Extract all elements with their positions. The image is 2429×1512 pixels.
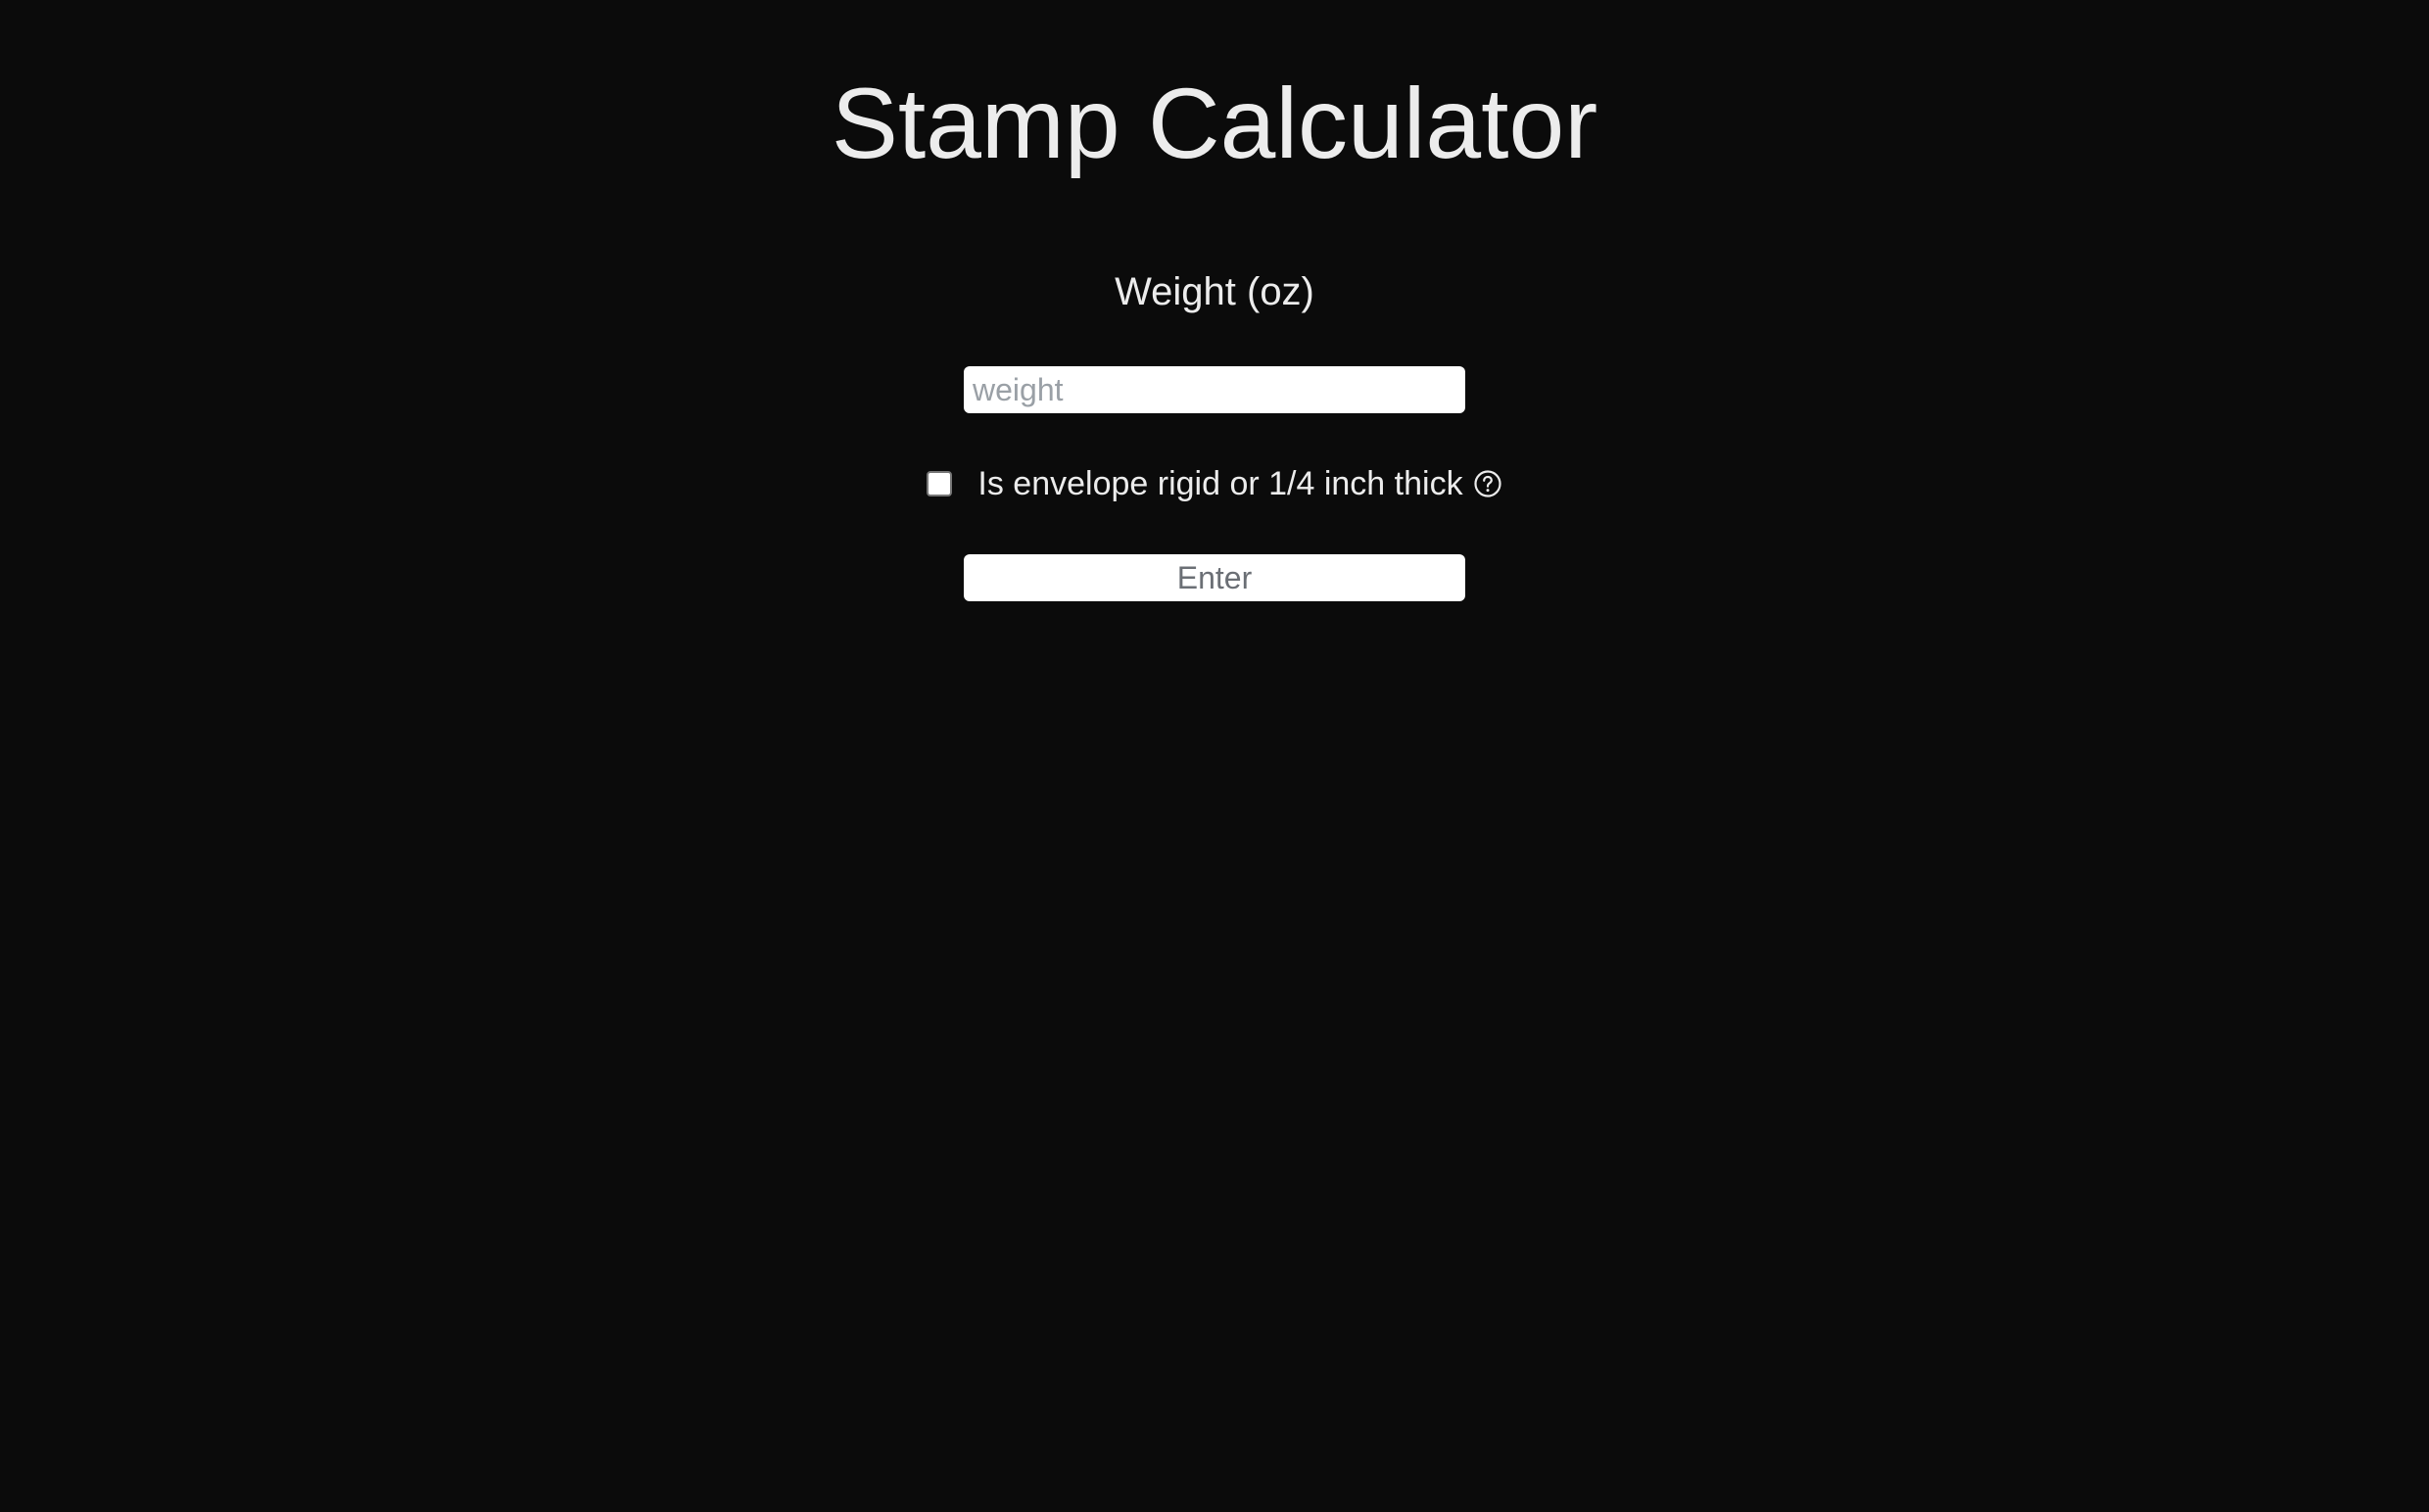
rigid-envelope-row: Is envelope rigid or 1/4 inch thick <box>0 460 2429 507</box>
weight-label: Weight (oz) <box>1115 270 1314 313</box>
page-title: Stamp Calculator <box>831 68 1598 179</box>
stamp-calculator-page: Stamp Calculator Weight (oz) Is envelope… <box>0 0 2429 1512</box>
rigid-envelope-label: Is envelope rigid or 1/4 inch thick <box>977 465 1463 502</box>
weight-input[interactable] <box>964 366 1465 413</box>
question-circle-icon[interactable] <box>1473 469 1502 498</box>
enter-button[interactable]: Enter <box>964 554 1465 601</box>
rigid-envelope-checkbox[interactable] <box>927 471 953 496</box>
